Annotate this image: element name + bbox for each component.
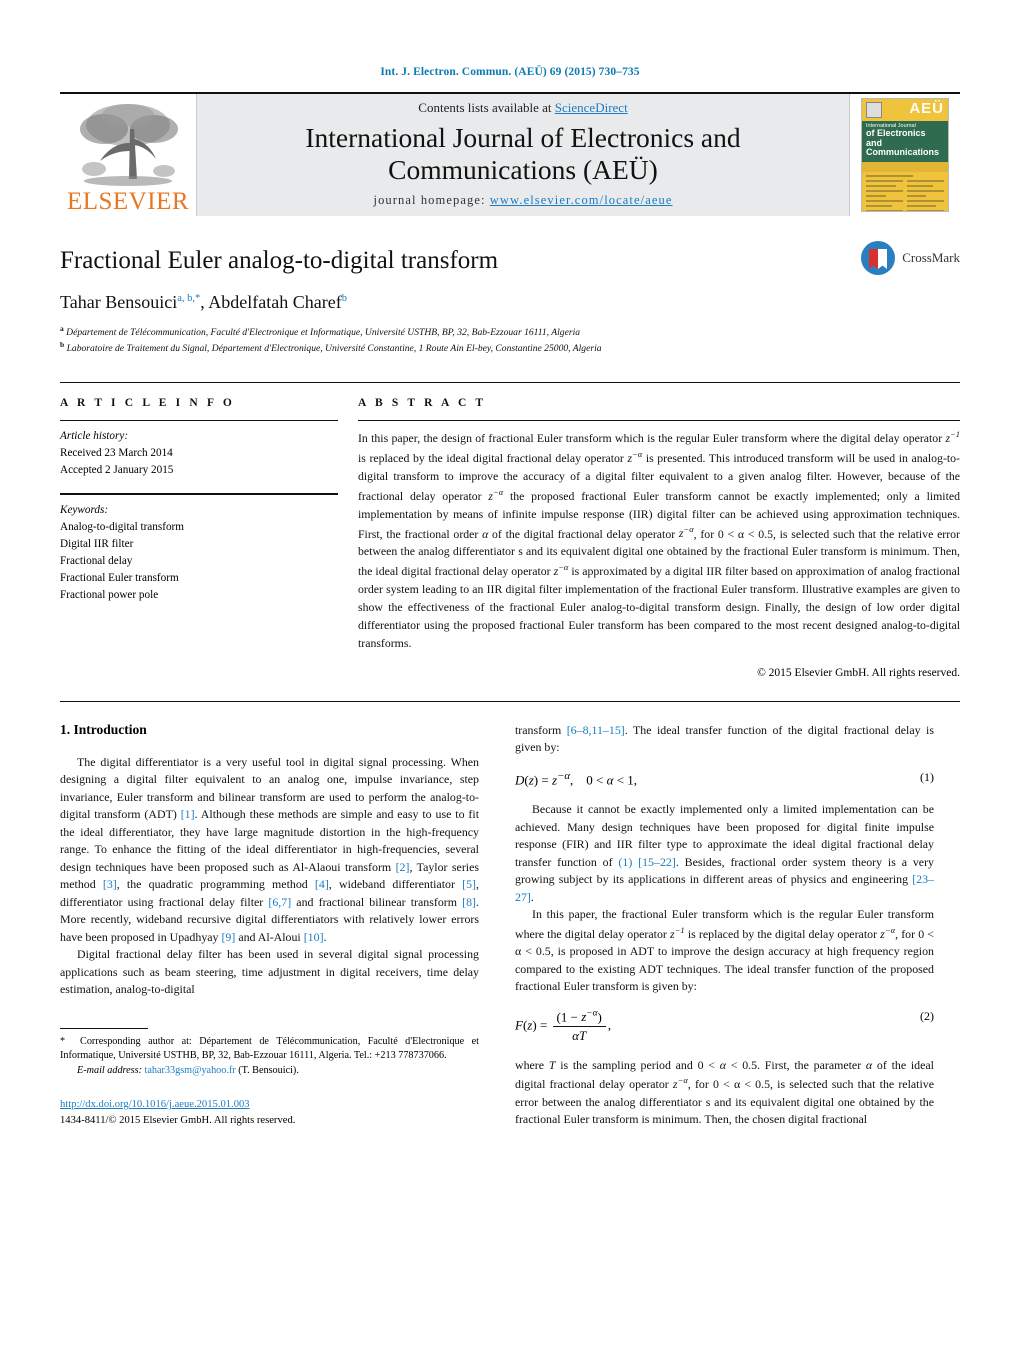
- right-paragraph-0: transform [6–8,11–15]. The ideal transfe…: [515, 722, 934, 755]
- email-label: E-mail address:: [77, 1065, 142, 1077]
- right-paragraph-2: In this paper, the fractional Euler tran…: [515, 907, 934, 994]
- cover-badge: AEÜ: [909, 100, 944, 117]
- article-received: Received 23 March 2014: [60, 447, 173, 460]
- article-info-heading: A R T I C L E I N F O: [60, 397, 235, 410]
- journal-masthead: ELSEVIER Contents lists available at Sci…: [60, 92, 960, 216]
- author-email-link[interactable]: tahar33gsm@yahoo.fr: [145, 1065, 236, 1076]
- info-rule-top: [60, 420, 338, 422]
- cover-publisher-mark: [866, 102, 882, 118]
- info-abstract-section: A R T I C L E I N F O Article history: R…: [60, 382, 960, 679]
- elsevier-tree-icon: [74, 99, 182, 191]
- email-note: E-mail address: tahar33gsm@yahoo.fr (T. …: [60, 1064, 479, 1079]
- crossmark-icon: [860, 240, 896, 276]
- journal-homepage-line: journal homepage: www.elsevier.com/locat…: [374, 193, 673, 208]
- right-paragraph-1: Because it cannot be exactly implemented…: [515, 802, 934, 904]
- author-list: Tahar Bensouicia, b,*, Abdelfatah Charef…: [60, 292, 347, 312]
- cover-title-line-3: Communications: [866, 147, 940, 158]
- cover-title-band: International Journal of Electronics and…: [862, 121, 948, 163]
- keywords-label: Keywords:: [60, 504, 109, 517]
- doi-block: http://dx.doi.org/10.1016/j.aeue.2015.01…: [60, 1097, 479, 1129]
- cover-title-line-2: of Electronics and: [866, 128, 926, 148]
- sciencedirect-link[interactable]: ScienceDirect: [555, 100, 628, 115]
- affiliation-marker-b: b: [60, 340, 65, 350]
- info-rule-middle: [60, 493, 338, 496]
- intro-paragraph-1: The digital differentiator is a very use…: [60, 754, 479, 944]
- body-left-column: 1. Introduction The digital differentiat…: [60, 722, 479, 1129]
- email-suffix: (T. Bensouici).: [238, 1065, 299, 1077]
- right-paragraph-3: where T is the sampling period and 0 < α…: [515, 1057, 934, 1127]
- journal-homepage-link[interactable]: www.elsevier.com/locate/aeue: [490, 193, 673, 207]
- page-title: Fractional Euler analog-to-digital trans…: [60, 247, 499, 274]
- equation-1-row: D(z) = z−α, 0 < α < 1, (1): [515, 770, 934, 788]
- article-accepted: Accepted 2 January 2015: [60, 464, 174, 477]
- footnote-rule: [60, 1027, 148, 1029]
- equation-2-body: F(z) = (1 − z−α) αT,: [515, 1008, 612, 1044]
- elsevier-wordmark: ELSEVIER: [66, 188, 190, 215]
- footnote-block: * Corresponding author at: Département d…: [60, 1027, 479, 1129]
- body-section: 1. Introduction The digital differentiat…: [60, 700, 960, 1129]
- journal-title: International Journal of Electronics and…: [305, 122, 740, 186]
- article-info-column: A R T I C L E I N F O Article history: R…: [60, 397, 358, 679]
- keyword-item: Analog-to-digital transform: [60, 521, 184, 534]
- keyword-item: Fractional delay: [60, 555, 133, 568]
- article-history-block: Article history: Received 23 March 2014 …: [60, 428, 338, 479]
- article-history-label: Article history:: [60, 430, 129, 443]
- affiliation-a-text: Département de Télécommunication, Facult…: [66, 327, 581, 339]
- abstract-text: In this paper, the design of fractional …: [358, 429, 961, 650]
- section-heading-introduction: 1. Introduction: [60, 721, 147, 737]
- intro-paragraph-2: Digital fractional delay filter has been…: [60, 947, 479, 997]
- keyword-item: Fractional Euler transform: [60, 572, 179, 585]
- equation-2-denominator: αT: [572, 1027, 587, 1043]
- running-head: Int. J. Electron. Commun. (AEÜ) 69 (2015…: [380, 66, 640, 78]
- abstract-rule: [358, 420, 960, 422]
- homepage-label: journal homepage:: [373, 193, 490, 208]
- affiliation-b-text: Laboratoire de Traitement du Signal, Dép…: [66, 343, 602, 355]
- cover-toc: [862, 172, 948, 211]
- paper-page: Int. J. Electron. Commun. (AEÜ) 69 (2015…: [0, 0, 1020, 1351]
- keyword-item: Digital IIR filter: [60, 538, 134, 551]
- affiliation-a: a Département de Télécommunication, Facu…: [60, 324, 960, 340]
- cover-image: AEÜ International Journal of Electronics…: [861, 98, 949, 212]
- contents-available-line: Contents lists available at ScienceDirec…: [418, 100, 627, 116]
- equation-2-number: (2): [920, 1008, 934, 1023]
- affiliation-marker-a: a: [60, 324, 64, 333]
- title-block: CrossMark Fractional Euler analog-to-dig…: [60, 216, 960, 356]
- keyword-item: Fractional power pole: [60, 589, 159, 602]
- equation-1-number: (1): [920, 769, 934, 784]
- masthead-center: Contents lists available at ScienceDirec…: [196, 94, 850, 216]
- body-right-column: transform [6–8,11–15]. The ideal transfe…: [515, 722, 934, 1129]
- affiliation-b: b Laboratoire de Traitement du Signal, D…: [60, 340, 960, 356]
- journal-cover-thumbnail: AEÜ International Journal of Electronics…: [850, 94, 960, 216]
- abstract-column: A B S T R A C T In this paper, the desig…: [358, 397, 960, 679]
- cover-subband: [862, 162, 948, 173]
- crossmark-badge[interactable]: CrossMark: [860, 240, 960, 276]
- elsevier-logo: ELSEVIER: [60, 94, 196, 216]
- journal-title-line-2: Communications (AEÜ): [388, 153, 658, 185]
- abstract-copyright: © 2015 Elsevier GmbH. All rights reserve…: [757, 666, 960, 679]
- crossmark-label: CrossMark: [902, 250, 960, 265]
- equation-2-row: F(z) = (1 − z−α) αT, (2): [515, 1009, 934, 1044]
- corresponding-author-note: * Corresponding author at: Département d…: [60, 1035, 479, 1062]
- issn-copyright-line: 1434-8411/© 2015 Elsevier GmbH. All righ…: [60, 1115, 296, 1127]
- keywords-block: Keywords: Analog-to-digital transform Di…: [60, 502, 338, 604]
- abstract-heading: A B S T R A C T: [358, 397, 487, 410]
- contents-prefix: Contents lists available at: [418, 99, 555, 115]
- equation-2-fraction: (1 − z−α) αT: [552, 1009, 606, 1044]
- equation-2-numerator: (1 − z−α): [552, 1009, 606, 1027]
- equation-2-lhs: F(z) =: [515, 1017, 551, 1033]
- cover-top: AEÜ: [862, 99, 948, 121]
- equation-1-body: D(z) = z−α, 0 < α < 1,: [515, 769, 638, 788]
- doi-link[interactable]: http://dx.doi.org/10.1016/j.aeue.2015.01…: [60, 1099, 250, 1110]
- journal-title-line-1: International Journal of Electronics and: [305, 121, 741, 153]
